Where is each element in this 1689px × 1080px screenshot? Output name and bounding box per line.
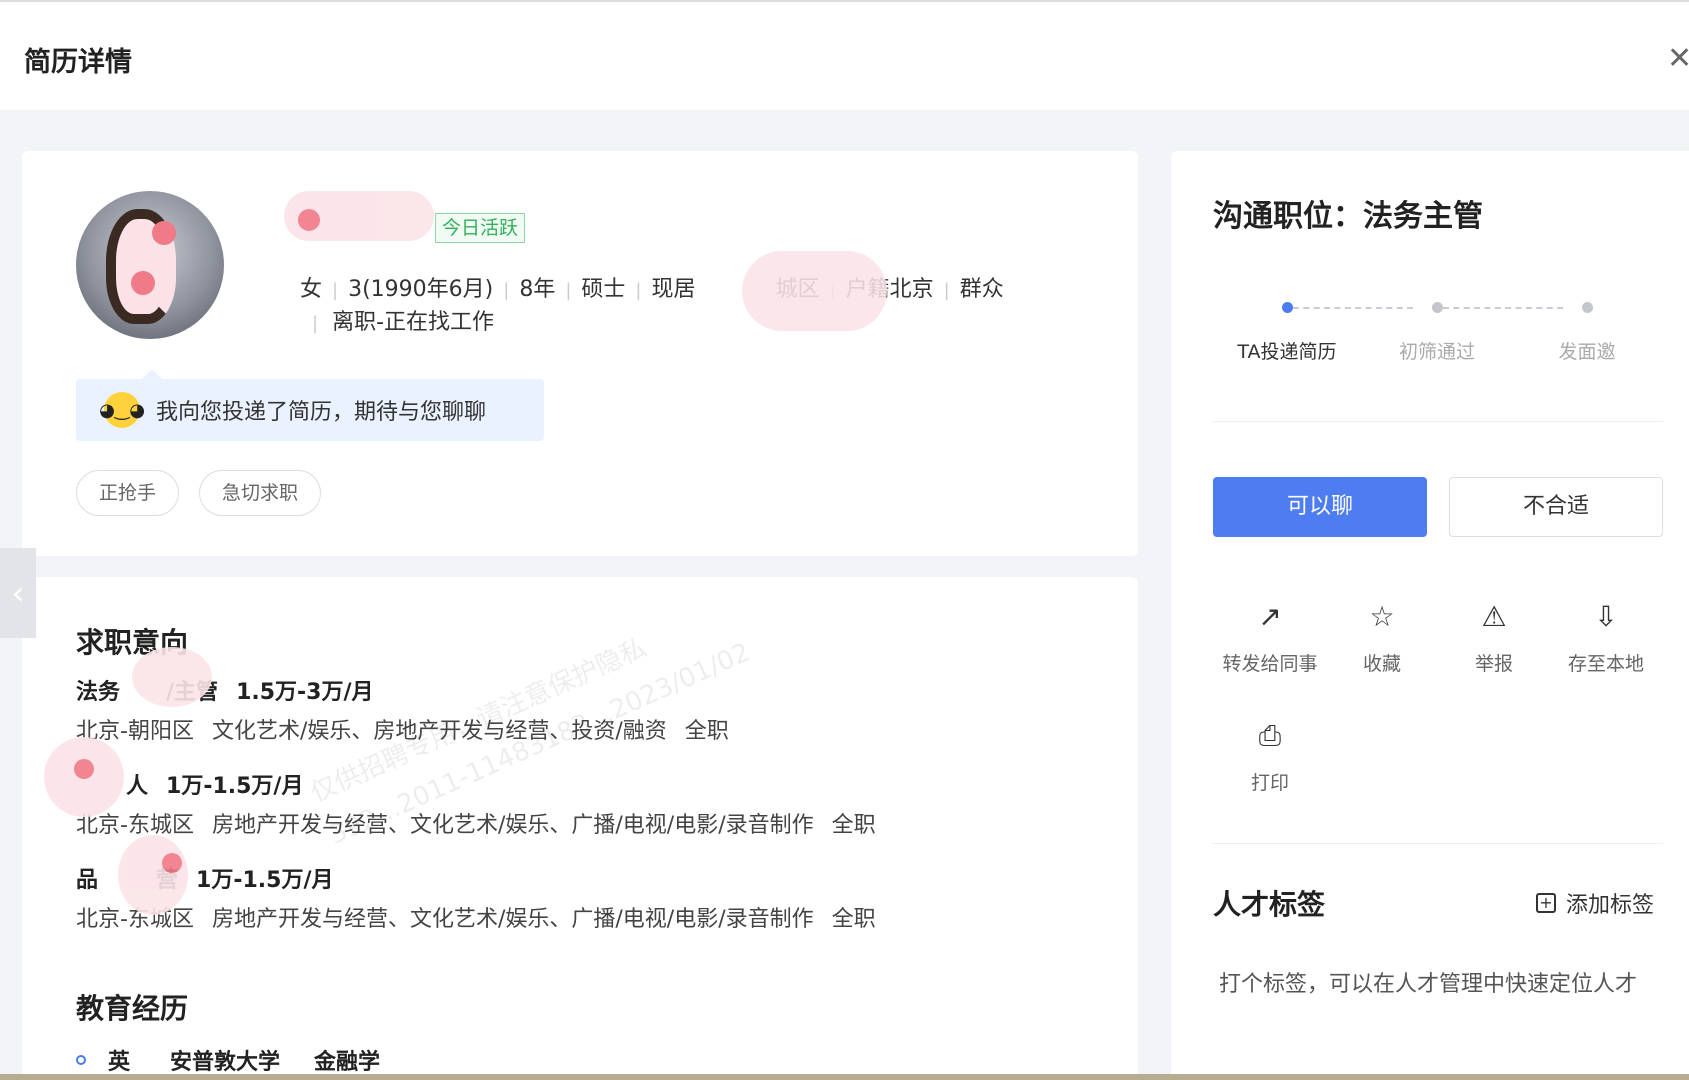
- avatar: [76, 191, 224, 339]
- basic-info: 女|3(1990年6月)|8年|硕士|现居城区|户籍北京|群众: [300, 277, 1004, 302]
- active-badge: 今日活跃: [435, 213, 526, 243]
- greeting-text: 我向您投递了简历，期待与您聊聊: [156, 400, 487, 425]
- tag-urgent: 急切求职: [199, 470, 322, 516]
- profile-tags: 正抢手 急切求职: [76, 470, 322, 516]
- info-birth: (1990年6月): [362, 277, 494, 302]
- step-dot-2: [1432, 302, 1443, 313]
- privacy-mask: [44, 737, 124, 817]
- print-icon: ⎙: [1258, 719, 1282, 752]
- job-title-3: 品营1万-1.5万/月: [76, 868, 334, 893]
- page-title: 简历详情: [24, 47, 132, 78]
- chat-button[interactable]: 可以聊: [1213, 477, 1427, 537]
- talent-hint: 打个标签，可以在人才管理中快速定位人才: [1219, 972, 1638, 997]
- job-desc-2: 北京-东城区 房地产开发与经营、文化艺术/娱乐、广播/电视/电影/录音制作 全职: [76, 813, 876, 838]
- add-tag-button[interactable]: + 添加标签: [1536, 887, 1654, 919]
- info-political: 群众: [959, 277, 1004, 302]
- progress-steps: TA投递简历 初筛通过 发面邀: [1213, 301, 1663, 363]
- report-button[interactable]: ⚠ 举报: [1434, 599, 1554, 676]
- share-icon: ↗: [1258, 600, 1282, 633]
- name-mask: [284, 191, 434, 241]
- bottom-strip: [0, 1074, 1689, 1080]
- favorite-button[interactable]: ☆ 收藏: [1322, 599, 1442, 676]
- divider: [1213, 843, 1663, 844]
- talent-title: 人才标签: [1213, 888, 1326, 921]
- info-residence: 现居: [651, 277, 696, 302]
- step-label-3: 发面邀: [1558, 341, 1616, 363]
- greeting-message: ◕‿◕ 我向您投递了简历，期待与您聊聊: [76, 369, 544, 441]
- step-label-2: 初筛通过: [1398, 341, 1475, 363]
- tag-hot: 正抢手: [76, 470, 180, 516]
- step-dot-1: [1282, 302, 1293, 313]
- intent-card: 仅供招聘专用，请注意保护隐私 392...2011-11483183...202…: [22, 577, 1138, 1080]
- star-icon: ☆: [1369, 600, 1395, 633]
- info-mask: [742, 251, 887, 331]
- education-title: 教育经历: [76, 992, 189, 1025]
- print-button[interactable]: ⎙ 打印: [1210, 718, 1330, 795]
- job-status: | 离职-正在找工作: [312, 310, 495, 335]
- divider: [1213, 421, 1663, 422]
- step-label-1: TA投递简历: [1237, 341, 1337, 363]
- header-bar: 简历详情 ✕: [0, 0, 1689, 110]
- add-icon: +: [1536, 893, 1556, 913]
- chevron-left-icon[interactable]: ‹: [0, 548, 36, 638]
- job-title-1: 法务/主管1.5万-3万/月: [76, 680, 374, 705]
- forward-button[interactable]: ↗ 转发给同事: [1210, 599, 1330, 676]
- info-gender: 女: [300, 277, 323, 302]
- save-local-button[interactable]: ⇩ 存至本地: [1546, 599, 1666, 676]
- info-experience: 8年: [519, 277, 556, 302]
- info-age: 3: [348, 277, 363, 302]
- warning-icon: ⚠: [1481, 600, 1507, 633]
- download-icon: ⇩: [1594, 600, 1618, 633]
- privacy-mask: [118, 835, 188, 915]
- job-desc-3: 北京-东城区 房地产开发与经营、文化艺术/娱乐、广播/电视/电影/录音制作 全职: [76, 907, 876, 932]
- reject-button[interactable]: 不合适: [1449, 477, 1663, 537]
- position-title: 沟通职位：法务主管: [1213, 199, 1483, 234]
- job-desc-1: 北京-朝阳区 文化艺术/娱乐、房地产开发与经营、投资/融资 全职: [76, 719, 729, 744]
- info-degree: 硕士: [581, 277, 626, 302]
- step-dot-3: [1582, 302, 1593, 313]
- side-panel: 沟通职位：法务主管 TA投递简历 初筛通过 发面邀 可以聊 不合适 ↗ 转发给同…: [1171, 151, 1689, 1080]
- education-item: 英安普敦大学 金融学: [76, 1044, 380, 1076]
- profile-card: 今日活跃 女|3(1990年6月)|8年|硕士|现居城区|户籍北京|群众 |离职…: [22, 151, 1138, 556]
- privacy-mask: [132, 647, 212, 707]
- close-icon[interactable]: ✕: [1667, 44, 1689, 74]
- emoji-icon: ◕‿◕: [99, 392, 145, 428]
